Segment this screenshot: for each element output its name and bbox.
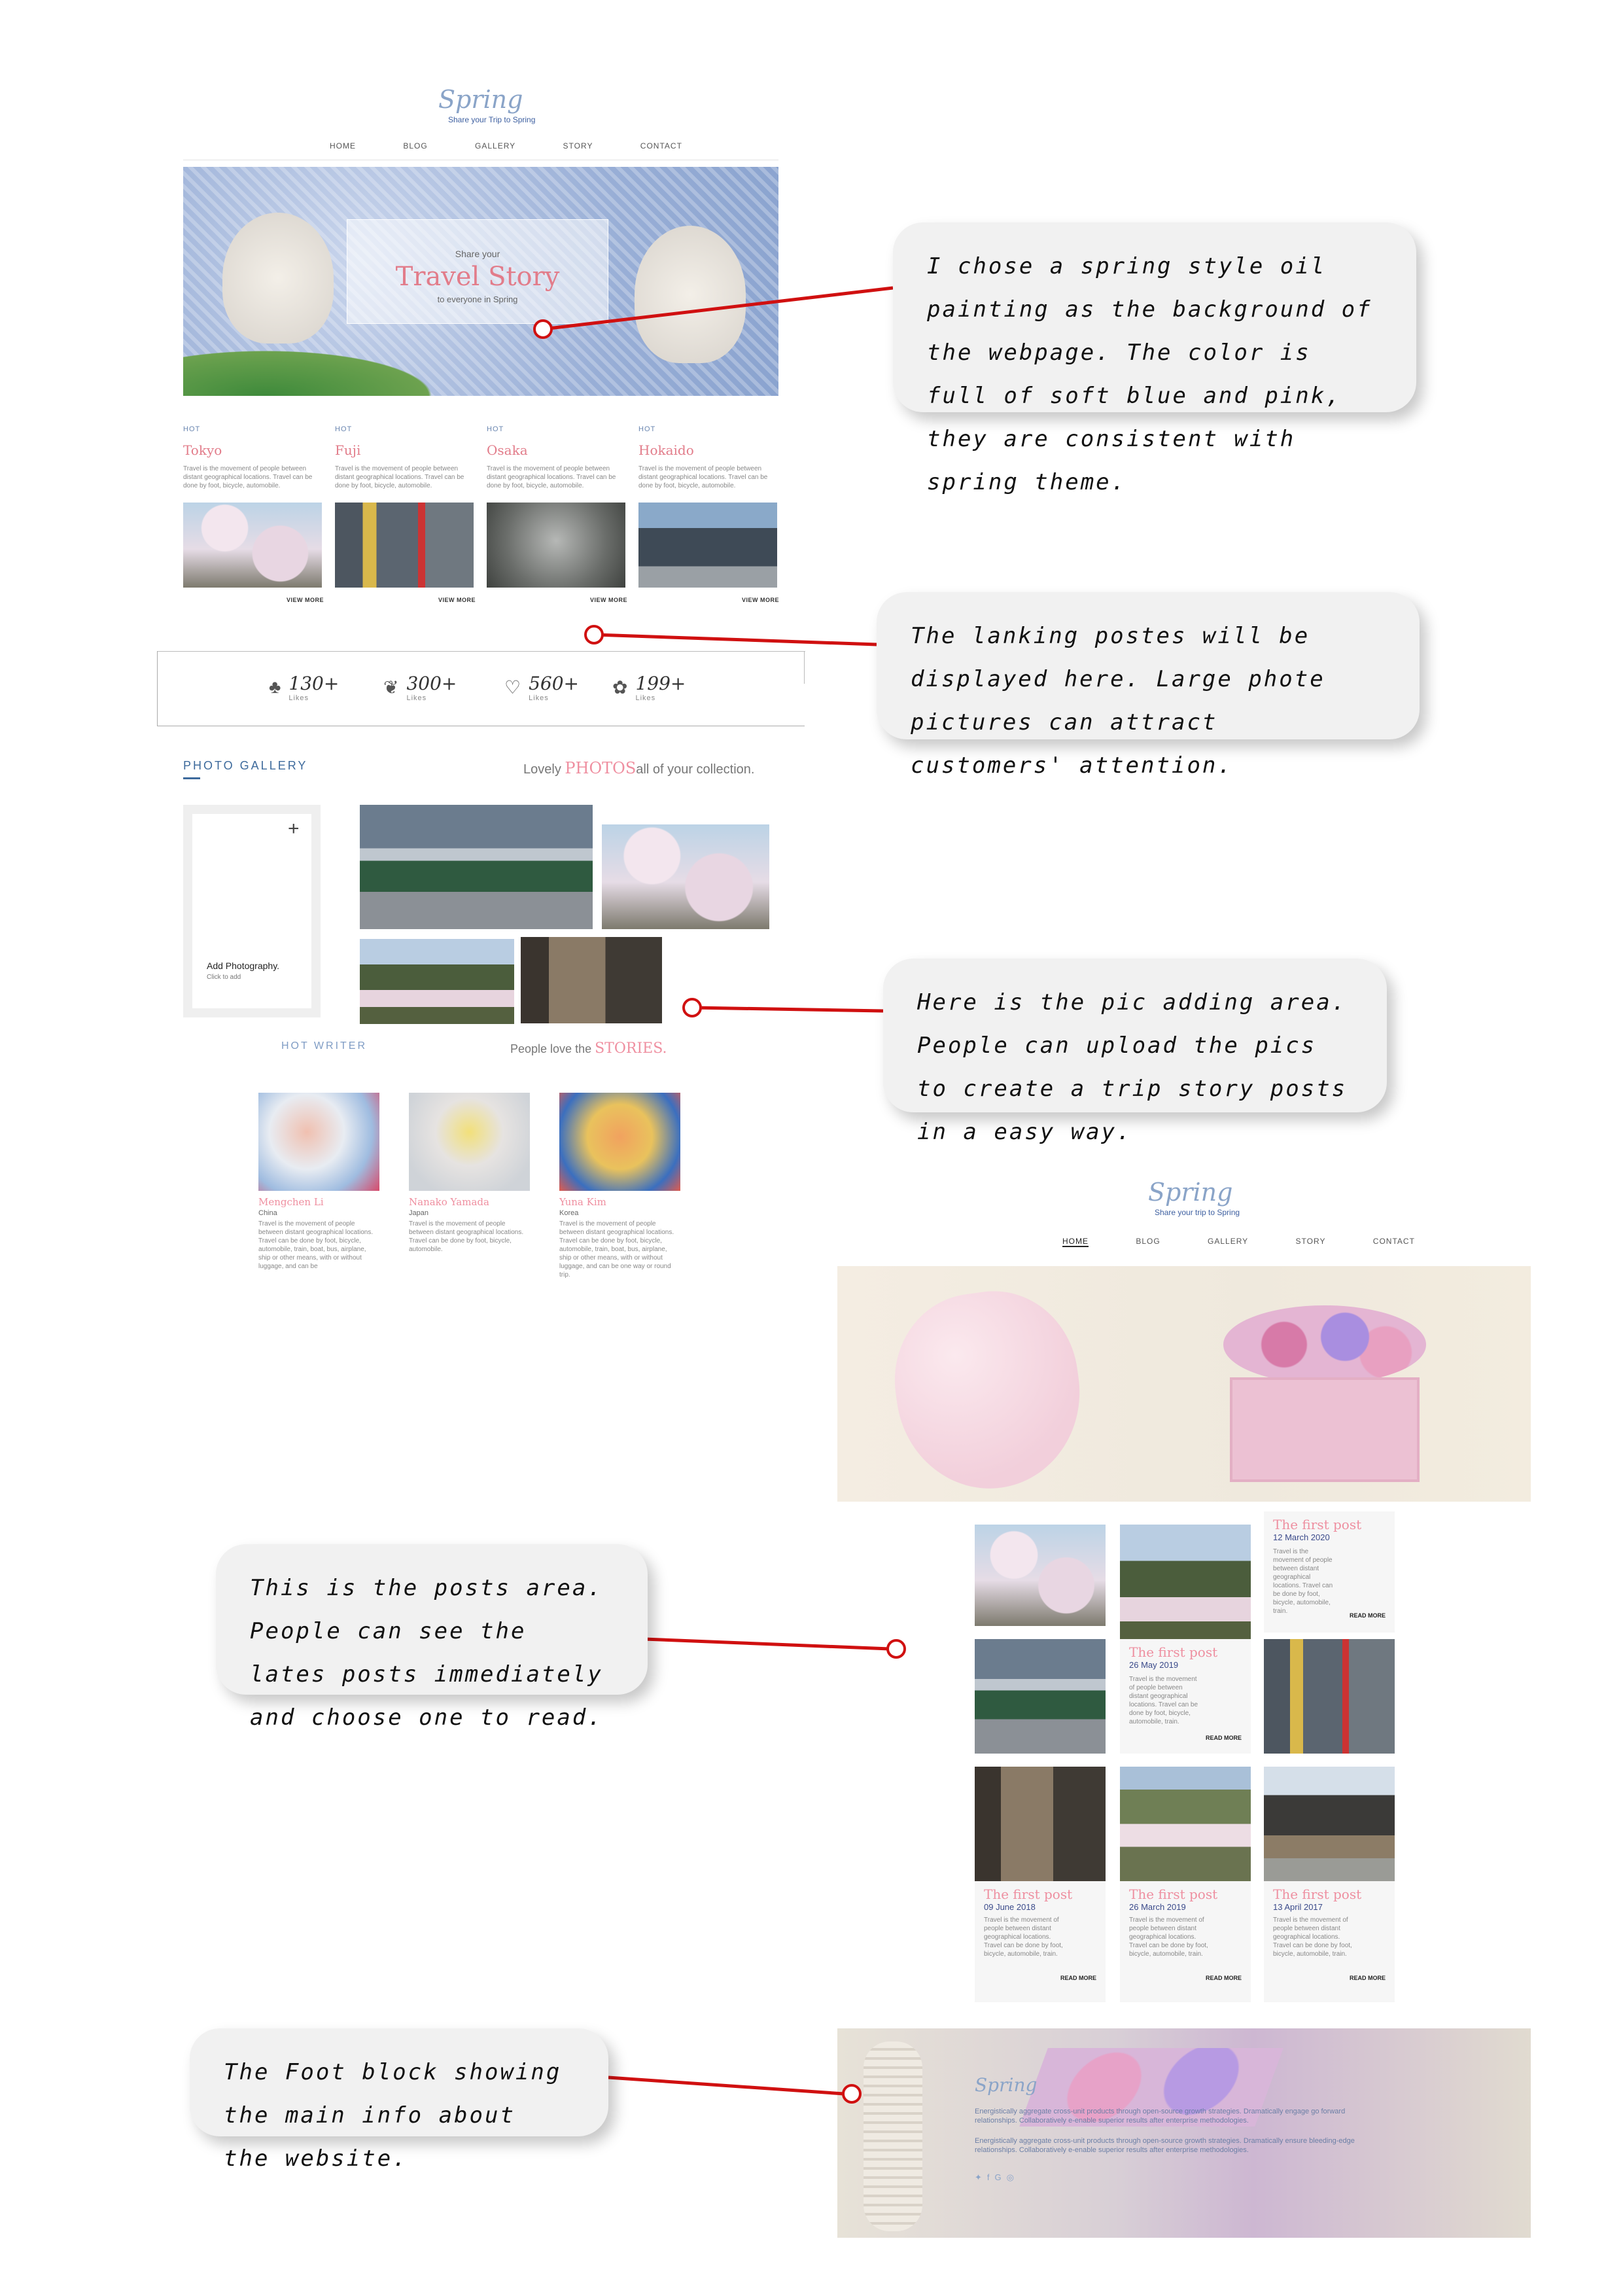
connector-line-1 <box>542 286 894 331</box>
connector-dot <box>842 2084 862 2104</box>
connector-dot <box>584 625 604 645</box>
annotation-note-4: This is the posts area. People can see t… <box>216 1544 648 1731</box>
connector-dot <box>533 319 553 339</box>
annotation-note-3: Here is the pic adding area. People can … <box>883 959 1387 1145</box>
connector-line-5 <box>608 2075 845 2096</box>
annotation-note-2: The lanking postes will be displayed her… <box>877 592 1420 779</box>
connector-line-4 <box>644 1637 890 1651</box>
connector-line-2 <box>595 633 877 646</box>
connector-dot <box>682 998 702 1017</box>
connector-line-3 <box>693 1006 884 1013</box>
annotation-note-5: The Foot block showing the main info abo… <box>190 2028 608 2172</box>
annotation-note-1: I chose a spring style oil painting as t… <box>893 222 1416 495</box>
connector-dot <box>886 1639 906 1659</box>
